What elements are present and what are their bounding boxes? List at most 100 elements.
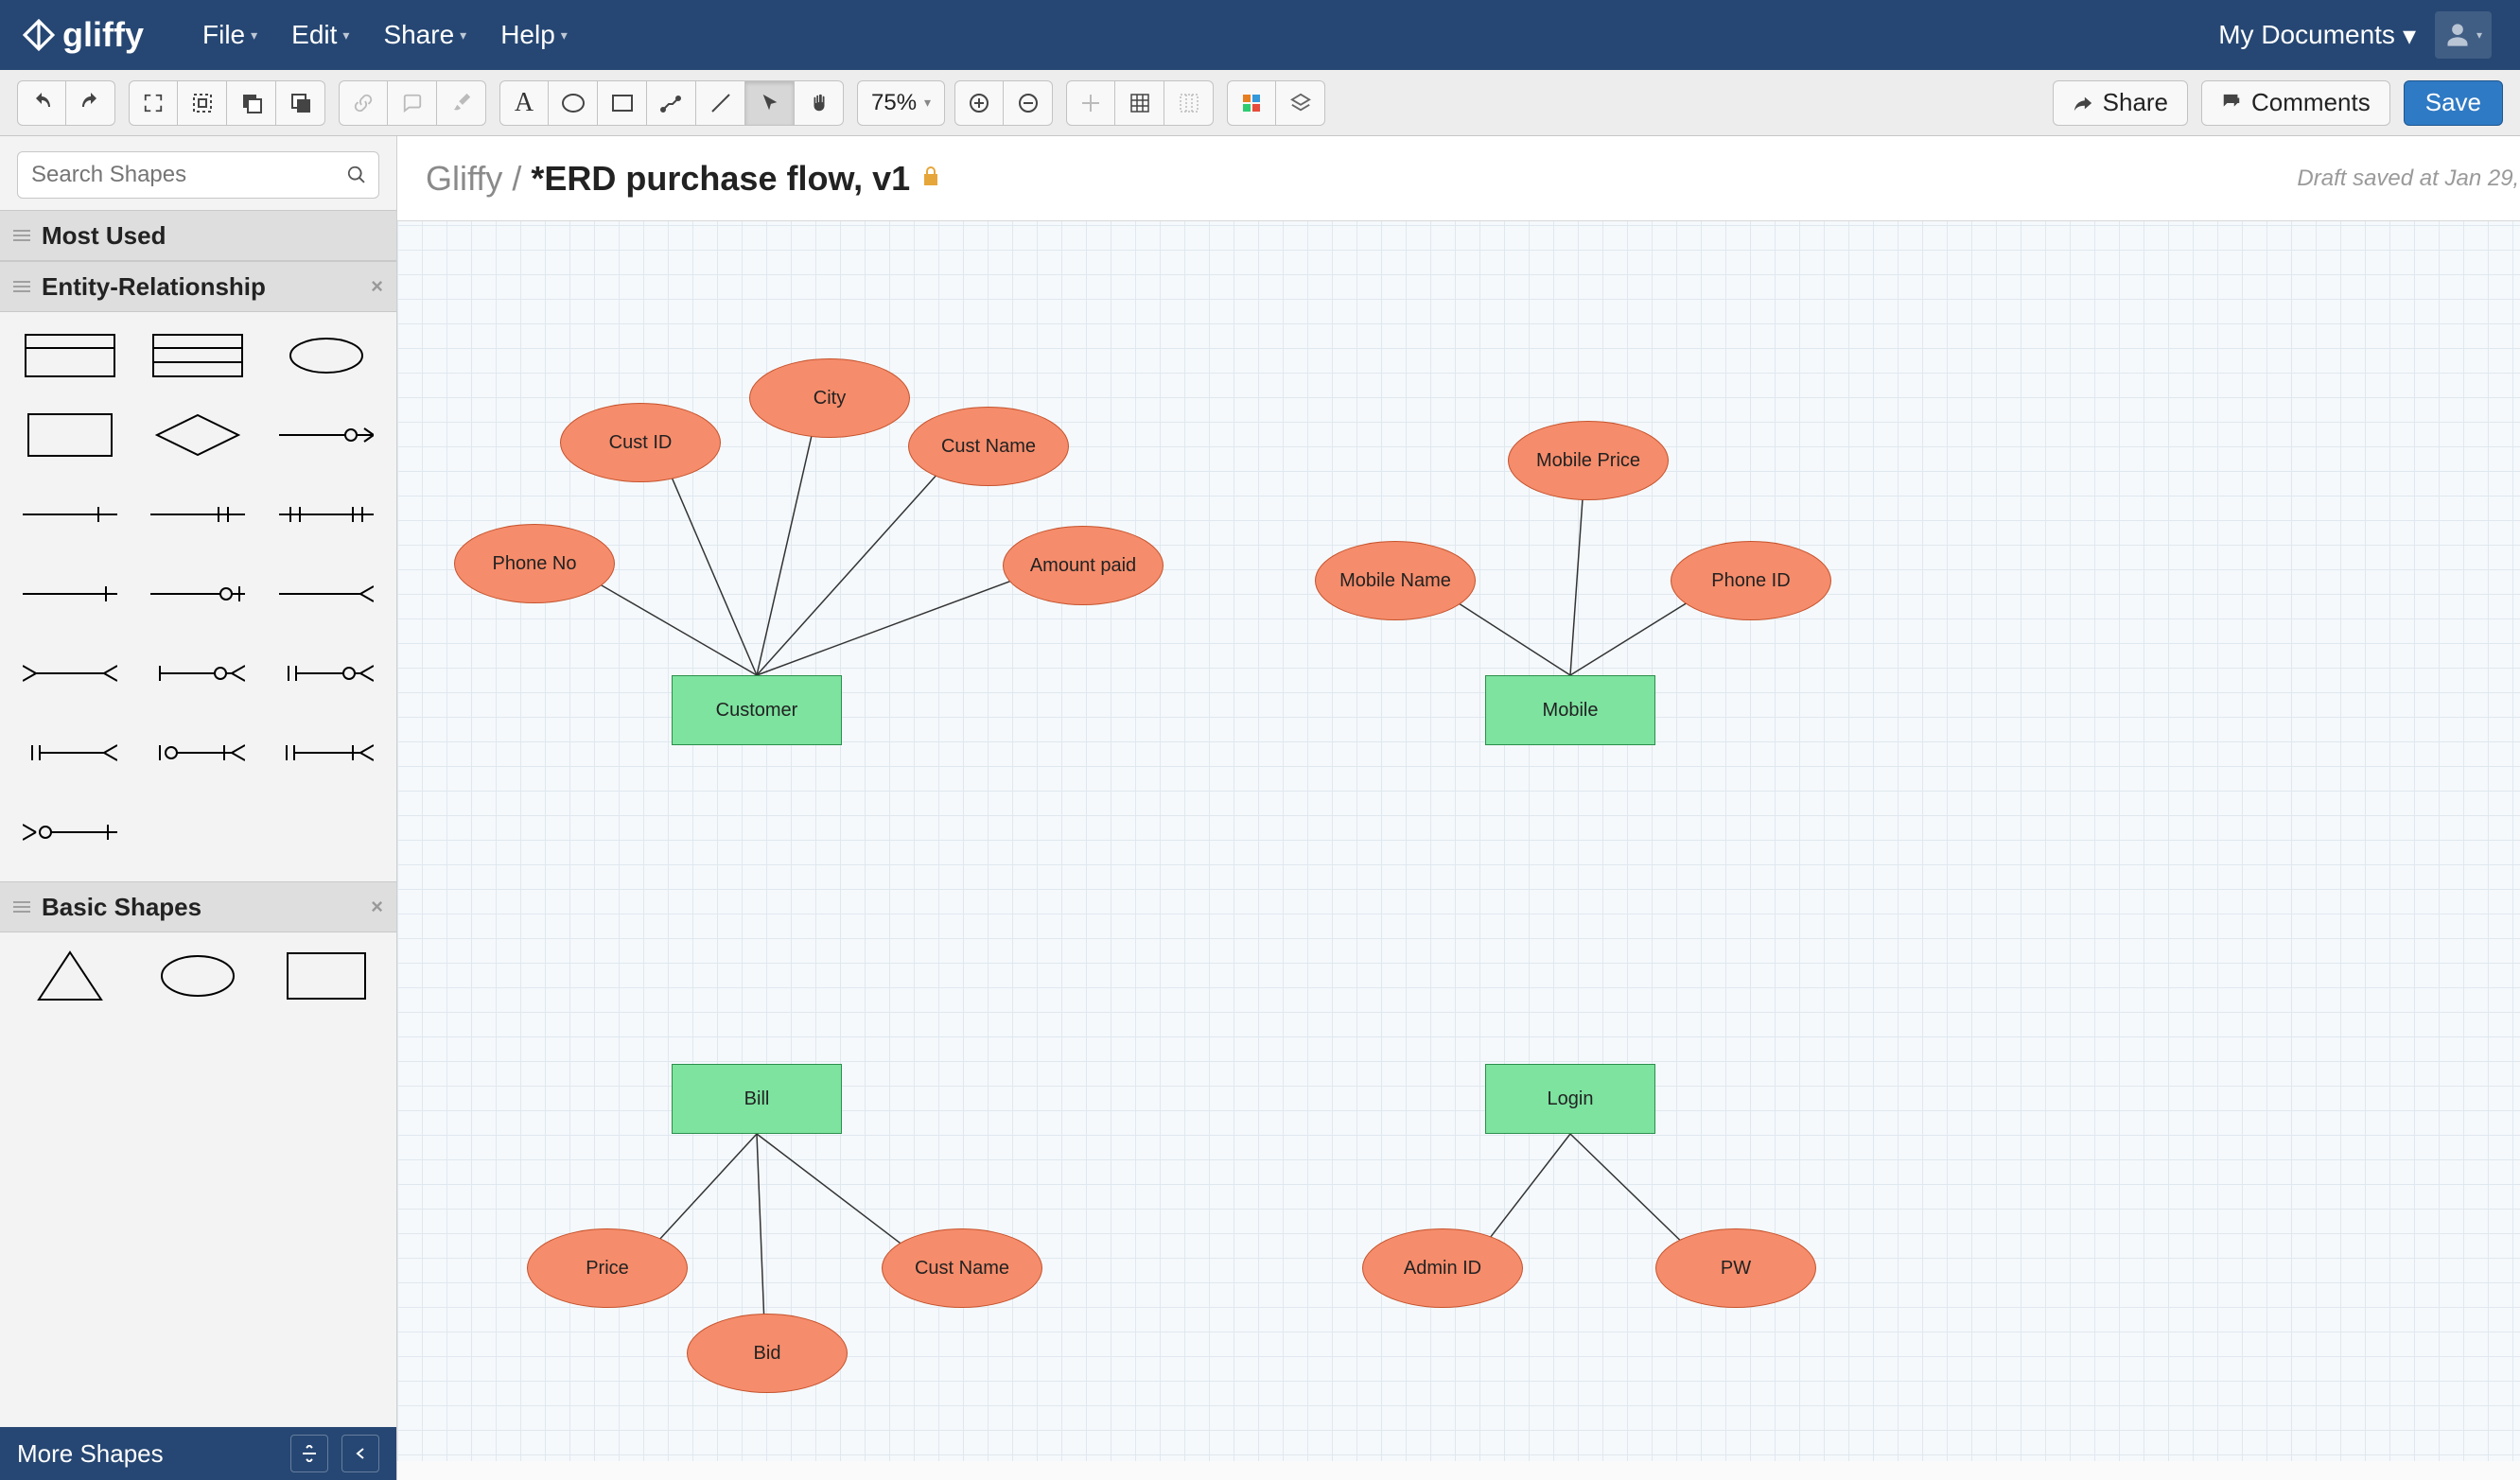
theme-button[interactable]: [1227, 80, 1276, 126]
shape-dbl-one-many-b[interactable]: [275, 726, 377, 779]
comments-button[interactable]: Comments: [2201, 80, 2390, 126]
menu-share[interactable]: Share▾: [370, 14, 480, 56]
shape-line-circle-one[interactable]: [148, 567, 250, 620]
link-button[interactable]: [339, 80, 388, 126]
shape-search-input[interactable]: [29, 161, 346, 189]
entity-bill[interactable]: Bill: [672, 1064, 842, 1134]
user-avatar-menu[interactable]: ▾: [2435, 11, 2492, 59]
menu-file-label: File: [202, 20, 245, 50]
entity-mobile[interactable]: Mobile: [1485, 675, 1655, 745]
guides-icon: [1179, 93, 1199, 113]
group-button[interactable]: [178, 80, 227, 126]
ellipse-tool-button[interactable]: [549, 80, 598, 126]
more-shapes-link[interactable]: More Shapes: [17, 1439, 164, 1469]
shape-crow-one[interactable]: [19, 488, 121, 541]
connector-tool-button[interactable]: [647, 80, 696, 126]
shape-dbl-one-many[interactable]: [19, 726, 121, 779]
attribute-pw[interactable]: PW: [1655, 1228, 1816, 1308]
guides-button[interactable]: [1164, 80, 1214, 126]
section-basic-label: Basic Shapes: [42, 893, 201, 922]
draft-status: Draft saved at Jan 29, 2018 22:36: [2297, 165, 2520, 192]
format-painter-button[interactable]: [437, 80, 486, 126]
rect-tool-button[interactable]: [598, 80, 647, 126]
shape-dbl-circle-many[interactable]: [275, 647, 377, 700]
shape-rect-basic[interactable]: [275, 949, 377, 1002]
shape-line-many[interactable]: [275, 567, 377, 620]
zoom-in-icon: [969, 93, 989, 113]
document-title[interactable]: *ERD purchase flow, v1: [531, 159, 910, 198]
send-back-button[interactable]: [227, 80, 276, 126]
shape-one-circ-one-many[interactable]: [148, 726, 250, 779]
shape-crow-double[interactable]: [148, 488, 250, 541]
shape-one-circle-many[interactable]: [148, 647, 250, 700]
app-logo[interactable]: gliffy: [23, 15, 144, 55]
attribute-phone_no[interactable]: Phone No: [454, 524, 615, 603]
pointer-tool-button[interactable]: [745, 80, 795, 126]
shape-rect[interactable]: [19, 409, 121, 461]
chevron-down-icon: ▾: [251, 27, 257, 44]
shape-triangle[interactable]: [19, 949, 121, 1002]
send-back-icon: [240, 92, 263, 114]
snap-to-grid-button[interactable]: [1066, 80, 1115, 126]
canvas[interactable]: Customer Mobile Bill Login Phone No Cust ID Ci…: [397, 221, 2520, 1480]
text-tool-button[interactable]: A: [499, 80, 549, 126]
attribute-mobile_name[interactable]: Mobile Name: [1315, 541, 1476, 620]
share-button[interactable]: Share: [2053, 80, 2188, 126]
show-grid-button[interactable]: [1115, 80, 1164, 126]
shape-ellipse[interactable]: [275, 329, 377, 382]
shape-connector-circle[interactable]: [275, 409, 377, 461]
menu-file[interactable]: File ▾: [189, 14, 271, 56]
shape-many-circ-one[interactable]: [19, 806, 121, 859]
close-icon[interactable]: ×: [371, 895, 383, 919]
shape-line-one[interactable]: [19, 567, 121, 620]
shape-entity-rect[interactable]: [19, 329, 121, 382]
zoom-select[interactable]: 75% ▾: [857, 80, 945, 126]
main-menu: File ▾ Edit▾ Share▾ Help▾: [189, 14, 581, 56]
attribute-bill_cname[interactable]: Cust Name: [882, 1228, 1042, 1308]
shape-entity-table[interactable]: [148, 329, 250, 382]
sidebar-expand-button[interactable]: [290, 1435, 328, 1472]
section-er[interactable]: Entity-Relationship ×: [0, 261, 396, 312]
menu-help[interactable]: Help▾: [487, 14, 581, 56]
shape-many-to-many[interactable]: [19, 647, 121, 700]
zoom-in-button[interactable]: [954, 80, 1004, 126]
menu-edit[interactable]: Edit▾: [278, 14, 362, 56]
attribute-bid[interactable]: Bid: [687, 1314, 848, 1393]
attribute-phone_id[interactable]: Phone ID: [1671, 541, 1831, 620]
shape-diamond[interactable]: [148, 409, 250, 461]
attribute-cust_name[interactable]: Cust Name: [908, 407, 1069, 486]
pan-tool-button[interactable]: [795, 80, 844, 126]
zoom-out-button[interactable]: [1004, 80, 1053, 126]
chevron-left-icon: [354, 1447, 367, 1460]
sidebar-collapse-button[interactable]: [341, 1435, 379, 1472]
shape-ellipse-basic[interactable]: [148, 949, 250, 1002]
attribute-amount_paid[interactable]: Amount paid: [1003, 526, 1164, 605]
attribute-city[interactable]: City: [749, 358, 910, 438]
layers-button[interactable]: [1276, 80, 1325, 126]
entity-login[interactable]: Login: [1485, 1064, 1655, 1134]
close-icon[interactable]: ×: [371, 274, 383, 299]
line-tool-button[interactable]: [696, 80, 745, 126]
undo-button[interactable]: [17, 80, 66, 126]
entity-customer[interactable]: Customer: [672, 675, 842, 745]
attribute-admin_id[interactable]: Admin ID: [1362, 1228, 1523, 1308]
attribute-cust_id[interactable]: Cust ID: [560, 403, 721, 482]
save-button[interactable]: Save: [2404, 80, 2503, 126]
shape-search[interactable]: [17, 151, 379, 199]
crumb-root[interactable]: Gliffy: [426, 159, 502, 198]
attribute-mobile_price[interactable]: Mobile Price: [1508, 421, 1669, 500]
section-most-used[interactable]: Most Used: [0, 210, 396, 261]
my-documents-link[interactable]: My Documents ▾: [2218, 20, 2416, 51]
save-button-label: Save: [2425, 88, 2481, 116]
bring-front-button[interactable]: [276, 80, 325, 126]
scrollbar-horizontal[interactable]: [397, 1461, 2520, 1480]
comment-tool-button[interactable]: [388, 80, 437, 126]
line-icon: [709, 91, 733, 115]
redo-button[interactable]: [66, 80, 115, 126]
attribute-price[interactable]: Price: [527, 1228, 688, 1308]
menu-edit-label: Edit: [291, 20, 337, 50]
pointer-icon: [760, 93, 780, 113]
shape-crow-double-both[interactable]: [275, 488, 377, 541]
fit-button[interactable]: [129, 80, 178, 126]
section-basic[interactable]: Basic Shapes ×: [0, 881, 396, 932]
